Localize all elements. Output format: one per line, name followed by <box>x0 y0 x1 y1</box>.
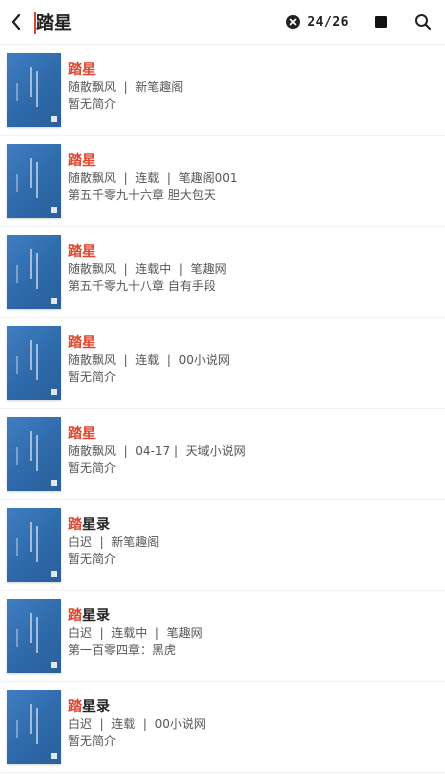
book-title: 踏星 <box>68 152 438 170</box>
result-item[interactable]: 踏星 随散飘风 | 04-17 | 天域小说网 暂无简介 <box>0 409 445 500</box>
book-desc: 暂无简介 <box>68 552 117 566</box>
book-info: 踏星 随散飘风 | 新笔趣阁 暂无简介 <box>68 61 438 113</box>
book-desc: 暂无简介 <box>68 97 117 111</box>
title-highlight: 踏 <box>68 699 82 715</box>
book-desc: 暂无简介 <box>68 734 117 748</box>
book-info: 踏星录 白迟 | 连载 | 00小说网 暂无简介 <box>68 698 438 750</box>
result-item[interactable]: 踏星 随散飘风 | 连载中 | 笔趣网 第五千零九十八章 自有手段 <box>0 227 445 318</box>
book-meta: 白迟 | 连载 | 00小说网 <box>68 717 206 731</box>
book-info: 踏星录 白迟 | 新笔趣阁 暂无简介 <box>68 516 438 568</box>
book-cover <box>7 417 61 491</box>
book-meta: 白迟 | 新笔趣阁 <box>68 535 160 549</box>
book-title: 踏星 <box>68 334 438 352</box>
stop-square-icon <box>375 16 387 28</box>
search-button[interactable] <box>413 12 433 32</box>
search-input[interactable] <box>30 11 236 33</box>
book-desc: 第五千零九十八章 自有手段 <box>68 279 216 293</box>
back-button[interactable] <box>2 0 30 44</box>
book-info: 踏星录 白迟 | 连载中 | 笔趣网 第一百零四章：黑虎 <box>68 607 438 659</box>
title-highlight: 踏 <box>68 517 82 533</box>
book-desc: 第一百零四章：黑虎 <box>68 643 177 657</box>
stop-button[interactable] <box>373 14 389 30</box>
result-item[interactable]: 踏星 随散飘风 | 连载 | 00小说网 暂无简介 <box>0 318 445 409</box>
book-title: 踏星录 <box>68 607 438 625</box>
book-cover <box>7 508 61 582</box>
book-desc: 暂无简介 <box>68 461 117 475</box>
book-cover <box>7 235 61 309</box>
book-meta: 随散飘风 | 连载 | 笔趣阁001 <box>68 171 238 185</box>
book-title: 踏星 <box>68 243 438 261</box>
book-cover <box>7 326 61 400</box>
text-cursor <box>34 12 36 34</box>
book-cover <box>7 53 61 127</box>
book-info: 踏星 随散飘风 | 连载 | 笔趣阁001 第五千零九十六章 胆大包天 <box>68 152 438 204</box>
result-item[interactable]: 踏星录 白迟 | 连载 | 00小说网 暂无简介 <box>0 682 445 773</box>
search-icon <box>415 14 432 31</box>
book-meta: 随散飘风 | 新笔趣阁 <box>68 80 184 94</box>
book-info: 踏星 随散飘风 | 连载 | 00小说网 暂无简介 <box>68 334 438 386</box>
book-info: 踏星 随散飘风 | 04-17 | 天域小说网 暂无简介 <box>68 425 438 477</box>
book-desc: 暂无简介 <box>68 370 117 384</box>
search-results-list: 踏星 随散飘风 | 新笔趣阁 暂无简介 踏星 随散飘风 | 连载 | 笔趣阁00… <box>0 45 445 773</box>
result-item[interactable]: 踏星 随散飘风 | 新笔趣阁 暂无简介 <box>0 45 445 136</box>
back-arrow-icon <box>11 13 21 31</box>
book-meta: 随散飘风 | 04-17 | 天域小说网 <box>68 444 246 458</box>
title-highlight: 踏星 <box>68 426 96 442</box>
clear-button[interactable] <box>284 13 302 31</box>
toolbar-actions: 24/26 <box>284 0 445 44</box>
book-title: 踏星录 <box>68 698 438 716</box>
book-title: 踏星录 <box>68 516 438 534</box>
result-item[interactable]: 踏星 随散飘风 | 连载 | 笔趣阁001 第五千零九十六章 胆大包天 <box>0 136 445 227</box>
book-desc: 第五千零九十六章 胆大包天 <box>68 188 216 202</box>
result-item[interactable]: 踏星录 白迟 | 连载中 | 笔趣网 第一百零四章：黑虎 <box>0 591 445 682</box>
book-cover <box>7 599 61 673</box>
book-meta: 随散飘风 | 连载 | 00小说网 <box>68 353 230 367</box>
title-highlight: 踏星 <box>68 62 96 78</box>
result-item[interactable]: 踏星录 白迟 | 新笔趣阁 暂无简介 <box>0 500 445 591</box>
result-counter: 24/26 <box>307 14 349 30</box>
title-highlight: 踏星 <box>68 153 96 169</box>
book-title: 踏星 <box>68 425 438 443</box>
book-meta: 白迟 | 连载中 | 笔趣网 <box>68 626 203 640</box>
book-meta: 随散飘风 | 连载中 | 笔趣网 <box>68 262 227 276</box>
title-rest: 星录 <box>82 517 110 533</box>
title-highlight: 踏星 <box>68 244 96 260</box>
title-rest: 星录 <box>82 699 110 715</box>
clear-circle-icon <box>286 15 301 29</box>
search-toolbar: 24/26 <box>0 0 445 45</box>
title-highlight: 踏 <box>68 608 82 624</box>
book-cover <box>7 144 61 218</box>
book-title: 踏星 <box>68 61 438 79</box>
book-cover <box>7 690 61 764</box>
search-field-wrap <box>30 0 284 44</box>
title-highlight: 踏星 <box>68 335 96 351</box>
title-rest: 星录 <box>82 608 110 624</box>
book-info: 踏星 随散飘风 | 连载中 | 笔趣网 第五千零九十八章 自有手段 <box>68 243 438 295</box>
